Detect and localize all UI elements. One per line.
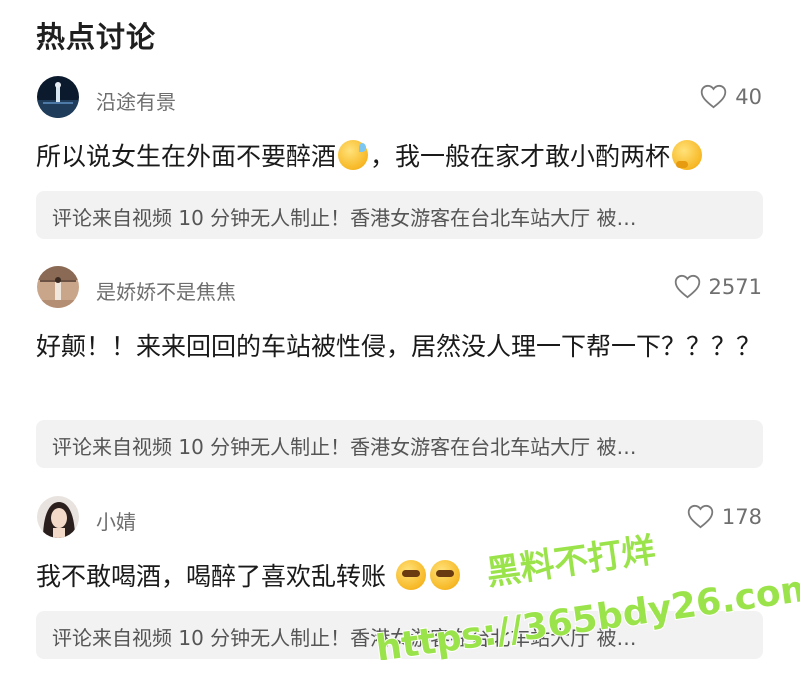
heart-outline-icon — [687, 504, 714, 529]
like-button[interactable]: 2571 — [674, 274, 762, 299]
video-source-link[interactable]: 评论来自视频 10 分钟无人制止！香港女游客在台北车站大厅 被… — [36, 611, 763, 659]
like-button[interactable]: 40 — [700, 84, 762, 109]
username[interactable]: 沿途有景 — [96, 86, 176, 115]
comment-text: 我不敢喝酒，喝醉了喜欢乱转账 — [36, 556, 761, 598]
pleading-emoji — [395, 560, 426, 590]
video-source-text: 评论来自视频 10 分钟无人制止！香港女游客在台北车站大厅 被… — [52, 435, 637, 459]
video-source-text: 评论来自视频 10 分钟无人制止！香港女游客在台北车站大厅 被… — [52, 206, 637, 230]
like-count: 2571 — [708, 274, 762, 299]
grin-sweat-emoji — [338, 140, 369, 170]
username[interactable]: 小婧 — [96, 506, 136, 535]
heart-outline-icon — [701, 84, 727, 109]
like-button[interactable]: 178 — [687, 504, 762, 529]
heart-outline-icon — [674, 274, 700, 299]
video-source-link[interactable]: 评论来自视频 10 分钟无人制止！香港女游客在台北车站大厅 被… — [36, 420, 763, 468]
like-count: 178 — [721, 504, 762, 529]
username[interactable]: 是娇娇不是焦焦 — [96, 276, 236, 305]
video-source-text: 评论来自视频 10 分钟无人制止！香港女游客在台北车站大厅 被… — [52, 626, 637, 650]
avatar[interactable] — [37, 266, 79, 308]
comment-text-part: ，我一般在家才敢小酌两杯 — [370, 142, 671, 171]
pleading-emoji — [429, 560, 460, 590]
video-source-link[interactable]: 评论来自视频 10 分钟无人制止！香港女游客在台北车站大厅 被… — [36, 191, 763, 239]
comment-text-part: 所以说女生在外面不要醉酒 — [36, 142, 337, 171]
thinking-emoji — [672, 140, 703, 170]
avatar[interactable] — [37, 76, 79, 118]
avatar[interactable] — [37, 496, 79, 538]
page-title: 热点讨论 — [36, 20, 157, 54]
comment-text: 所以说女生在外面不要醉酒 ，我一般在家才敢小酌两杯 — [36, 136, 761, 178]
comment-text: 好颠！！来来回回的车站被性侵，居然没人理一下帮一下？？？？ — [36, 332, 762, 361]
comment-text-part: 我不敢喝酒，喝醉了喜欢乱转账 — [36, 562, 387, 591]
like-count: 40 — [735, 84, 762, 109]
